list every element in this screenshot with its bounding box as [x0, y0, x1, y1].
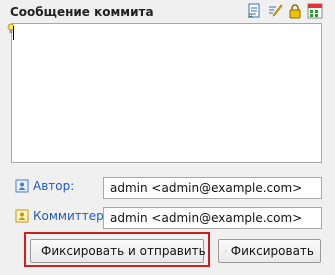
committer-label: Коммиттер:: [33, 209, 108, 223]
author-field[interactable]: admin <admin@example.com>: [103, 177, 322, 199]
author-icon: [15, 179, 29, 193]
lock-icon[interactable]: [287, 3, 303, 19]
commit-and-push-label: Фиксировать и отправить: [41, 244, 206, 258]
author-label-row: Автор:: [15, 179, 74, 193]
committer-label-row: Коммиттер:: [15, 209, 108, 223]
format-icon[interactable]: A: [247, 3, 263, 19]
committer-icon: [15, 209, 29, 223]
commit-button[interactable]: Фиксировать: [218, 239, 321, 263]
commit-label: Фиксировать: [230, 244, 314, 258]
commit-icon: [225, 250, 227, 252]
text-caret: [13, 26, 14, 40]
message-toolbar: A: [247, 3, 323, 19]
grid-icon[interactable]: [307, 3, 323, 19]
commit-and-push-button[interactable]: Фиксировать и отправить: [30, 239, 206, 263]
svg-text:A: A: [248, 12, 253, 19]
commit-message-editor[interactable]: [7, 23, 322, 163]
pencil-icon[interactable]: [267, 3, 283, 19]
committer-field[interactable]: admin <admin@example.com>: [103, 207, 322, 229]
commit-message-title: Сообщение коммита: [10, 5, 154, 19]
author-label: Автор:: [33, 179, 75, 193]
